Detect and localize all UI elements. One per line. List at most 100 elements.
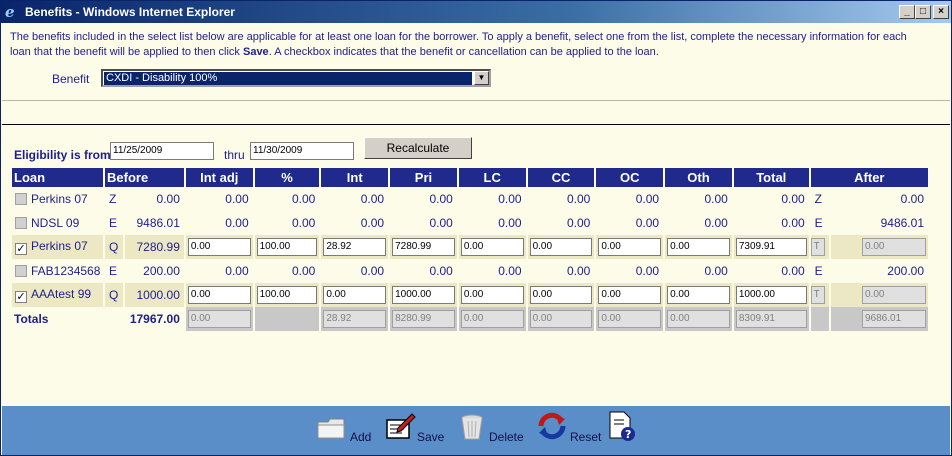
window-title: Benefits - Windows Internet Explorer	[25, 5, 235, 19]
after-value: 0.00	[830, 187, 928, 211]
eligibility-thru-input[interactable]: 11/30/2009	[250, 142, 354, 160]
loan-checkbox	[15, 217, 27, 229]
add-folder-icon	[317, 418, 345, 439]
lc-value: 0.00	[458, 259, 526, 283]
instructions-text: The benefits included in the select list…	[10, 30, 930, 60]
loan-cell: ✓ AAAtest 99	[12, 283, 104, 307]
dropdown-arrow-icon[interactable]: ▼	[474, 71, 489, 85]
after-code-cell: T	[810, 283, 829, 307]
reset-button[interactable]: Reset	[536, 408, 606, 452]
table-row: ✓ AAAtest 99 Q 1000.00 0.00 100.00 0.00 1…	[12, 283, 928, 307]
header-lc: LC	[458, 168, 526, 187]
loan-name: AAAtest 99	[31, 287, 92, 301]
loan-cell: FAB1234568	[12, 259, 104, 283]
header-before: Before	[105, 168, 184, 187]
total-value: 0.00	[733, 259, 809, 283]
header-pri: Pri	[390, 168, 457, 187]
total-cell: 7309.91	[733, 235, 809, 259]
page-content: The benefits included in the select list…	[2, 23, 950, 406]
loan-checkbox	[15, 193, 27, 205]
pri-cell: 1000.00	[390, 283, 457, 307]
oc-input[interactable]: 0.00	[598, 286, 662, 304]
header-int-adj: Int adj	[185, 168, 253, 187]
oc-input[interactable]: 0.00	[598, 238, 662, 256]
oth-input[interactable]: 0.00	[667, 238, 730, 256]
cc-input[interactable]: 0.00	[529, 286, 593, 304]
before-code: E	[105, 259, 124, 283]
add-button[interactable]: Add	[316, 408, 376, 452]
action-toolbar: Add Save Delete Reset ?	[2, 406, 950, 455]
after-code-cell: T	[810, 235, 829, 259]
totals-before: 17967.00	[105, 307, 184, 331]
lc-value: 0.00	[458, 211, 526, 235]
after-code: Z	[810, 187, 829, 211]
loan-benefit-table: Loan Before Int adj % Int Pri LC CC OC O…	[10, 168, 930, 331]
save-button[interactable]: Save	[384, 408, 448, 452]
total-input[interactable]: 7309.91	[735, 238, 807, 256]
after-input: 0.00	[862, 238, 926, 256]
totals-pct-cell	[254, 307, 320, 331]
header-after: After	[810, 168, 928, 187]
totals-oth-cell: 0.00	[665, 307, 732, 331]
pri-input[interactable]: 7280.99	[392, 238, 455, 256]
after-code: E	[810, 259, 829, 283]
loan-cell: Perkins 07	[12, 187, 104, 211]
svg-text:?: ?	[625, 428, 631, 441]
int-input[interactable]: 28.92	[323, 238, 387, 256]
header-oc: OC	[596, 168, 664, 187]
after-value: 9486.01	[830, 211, 928, 235]
lc-cell: 0.00	[458, 283, 526, 307]
cc-value: 0.00	[527, 259, 595, 283]
pri-value: 0.00	[390, 187, 457, 211]
help-button[interactable]: ?	[606, 408, 638, 452]
pct-value: 0.00	[254, 211, 320, 235]
int-adj-input[interactable]: 0.00	[187, 238, 251, 256]
table-row: ✓ Perkins 07 Q 7280.99 0.00 100.00 28.92 …	[12, 235, 928, 259]
oc-cell: 0.00	[596, 235, 664, 259]
totals-oc-cell: 0.00	[596, 307, 664, 331]
pri-input[interactable]: 1000.00	[392, 286, 455, 304]
totals-int-adj-cell: 0.00	[185, 307, 253, 331]
int-adj-input[interactable]: 0.00	[187, 286, 251, 304]
pct-input[interactable]: 100.00	[256, 238, 318, 256]
benefit-select[interactable]: CXDI - Disability 100% ▼	[101, 69, 491, 87]
loan-checkbox[interactable]: ✓	[15, 291, 27, 303]
totals-int: 28.92	[323, 310, 387, 328]
int-input[interactable]: 0.00	[323, 286, 387, 304]
after-code: E	[810, 211, 829, 235]
total-input[interactable]: 1000.00	[735, 286, 807, 304]
loan-name: Perkins 07	[31, 239, 88, 253]
eligibility-from-input[interactable]: 11/25/2009	[110, 142, 214, 160]
lc-input[interactable]: 0.00	[460, 238, 524, 256]
maximize-button[interactable]: □	[915, 5, 931, 19]
reset-arrows-icon	[538, 412, 566, 440]
table-row: FAB1234568 E 200.00 0.00 0.00 0.00 0.00 …	[12, 259, 928, 283]
int-cell: 0.00	[321, 283, 389, 307]
cc-value: 0.00	[527, 211, 595, 235]
loan-checkbox[interactable]: ✓	[15, 243, 27, 255]
table-row: Perkins 07 Z 0.00 0.00 0.00 0.00 0.00 0.…	[12, 187, 928, 211]
header-oth: Oth	[665, 168, 732, 187]
before-value: 7280.99	[125, 235, 184, 259]
lc-input[interactable]: 0.00	[460, 286, 524, 304]
int-adj-value: 0.00	[185, 187, 253, 211]
before-value: 1000.00	[125, 283, 184, 307]
oth-input[interactable]: 0.00	[667, 286, 730, 304]
cc-input[interactable]: 0.00	[529, 238, 593, 256]
int-value: 0.00	[321, 187, 389, 211]
totals-pri: 8280.99	[392, 310, 455, 328]
pct-cell: 100.00	[254, 283, 320, 307]
totals-lc-cell: 0.00	[458, 307, 526, 331]
totals-label: Totals	[12, 307, 104, 331]
pri-value: 0.00	[390, 259, 457, 283]
thru-label: thru	[224, 148, 245, 162]
pct-input[interactable]: 100.00	[256, 286, 318, 304]
loan-cell: ✓ Perkins 07	[12, 235, 104, 259]
eligibility-label: Eligibility is from	[14, 148, 111, 162]
cc-cell: 0.00	[527, 235, 595, 259]
totals-cc-cell: 0.00	[527, 307, 595, 331]
close-button[interactable]: ×	[933, 5, 949, 19]
recalculate-button[interactable]: Recalculate	[364, 137, 472, 159]
delete-button[interactable]: Delete	[458, 408, 528, 452]
minimize-button[interactable]: _	[899, 5, 915, 19]
